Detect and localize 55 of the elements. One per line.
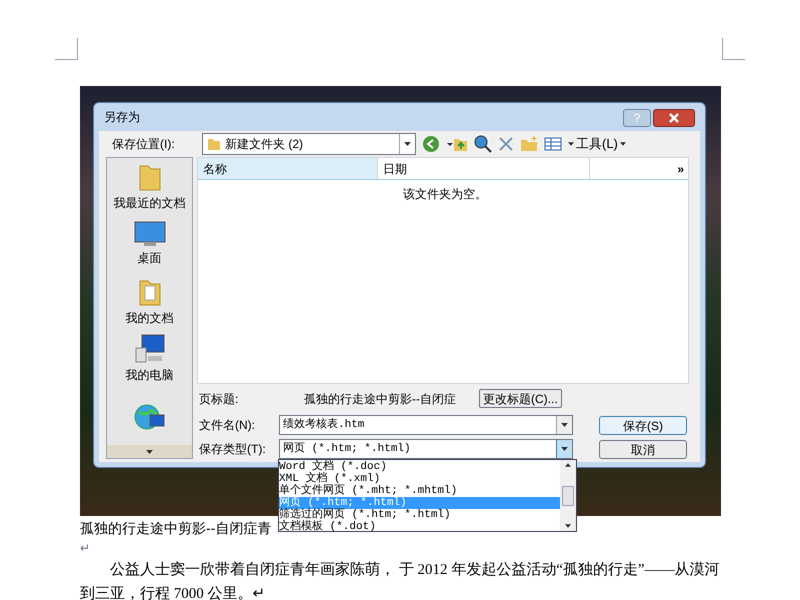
cancel-button[interactable]: 取消: [599, 440, 687, 459]
empty-folder-message: 该文件夹为空。: [403, 186, 487, 203]
places-item[interactable]: 桌面: [134, 215, 166, 273]
file-type-option[interactable]: 单个文件网页 (*.mht; *.mhtml): [279, 485, 560, 497]
page-title-label: 页标题:: [199, 390, 240, 408]
location-dropdown[interactable]: 新建文件夹 (2): [202, 133, 416, 155]
places-item[interactable]: 我的电脑: [126, 330, 174, 388]
change-title-button[interactable]: 更改标题(C)...: [479, 389, 562, 408]
crop-mark: [55, 38, 78, 60]
paragraph: ↵: [80, 540, 90, 557]
places-item[interactable]: 我的文档: [126, 272, 174, 330]
file-type-option[interactable]: XML 文档 (*.xml): [279, 473, 560, 485]
field-label: 保存类型(T):: [199, 441, 267, 458]
delete-icon[interactable]: [498, 136, 514, 152]
globe-icon: [134, 402, 166, 432]
computer-icon: [134, 334, 166, 364]
up-folder-icon[interactable]: [446, 136, 468, 152]
folder-icon: [207, 137, 221, 151]
close-icon: [669, 113, 679, 123]
dropdown-button[interactable]: [556, 440, 572, 458]
window-title: 另存为: [104, 109, 140, 126]
dropdown-button[interactable]: [556, 416, 572, 434]
tools-menu[interactable]: 工具(L): [568, 134, 626, 154]
down-arrow-icon: [620, 142, 626, 146]
down-arrow-icon: [561, 447, 568, 451]
column-header[interactable]: 名称: [198, 158, 378, 179]
image-caption: 孤独的行走途中剪影--自闭症青: [80, 519, 272, 538]
crop-mark: [722, 38, 745, 60]
search-icon[interactable]: [474, 135, 492, 153]
down-arrow-icon: [568, 142, 574, 146]
places-item[interactable]: 我最近的文档: [114, 158, 186, 216]
down-arrow-icon: [146, 450, 153, 454]
field-label: 文件名(N):: [199, 417, 256, 434]
down-arrow-icon: [404, 142, 411, 146]
more-columns-button[interactable]: »: [677, 158, 688, 179]
back-icon[interactable]: [422, 135, 440, 153]
close-button[interactable]: [653, 109, 695, 127]
up-arrow-icon: [565, 463, 571, 467]
paragraph: 公益人士窦一欣带着自闭症青年画家陈萌， 于 2012 年发起公益活动“孤独的行走”——从漠河到三亚，行程 7000 公里。↵: [80, 560, 720, 600]
scroll-thumb[interactable]: [562, 486, 574, 506]
file-type-option[interactable]: 文档模板 (*.dot): [279, 521, 560, 533]
file-type-option[interactable]: Word 文档 (*.doc): [279, 461, 560, 473]
monitor-icon: [134, 221, 166, 248]
file-type-dropdown[interactable]: 网页 (*.htm; *.html): [279, 439, 573, 459]
down-arrow-icon: [561, 423, 568, 427]
file-type-option[interactable]: 筛选过的网页 (*.htm; *.html): [279, 509, 560, 521]
save-button[interactable]: 保存(S): [599, 416, 687, 435]
scrollbar[interactable]: [560, 460, 576, 531]
column-header[interactable]: 日期: [378, 158, 590, 179]
page-title-text: 孤独的行走途中剪影--自闭症: [304, 390, 457, 408]
down-arrow-icon: [565, 524, 571, 528]
view-icon[interactable]: [544, 136, 562, 152]
file-name-field[interactable]: 绩效考核表.htm: [279, 415, 573, 435]
save-in-label: 保存位置(I):: [112, 136, 176, 153]
location-text: 新建文件夹 (2): [225, 136, 304, 153]
